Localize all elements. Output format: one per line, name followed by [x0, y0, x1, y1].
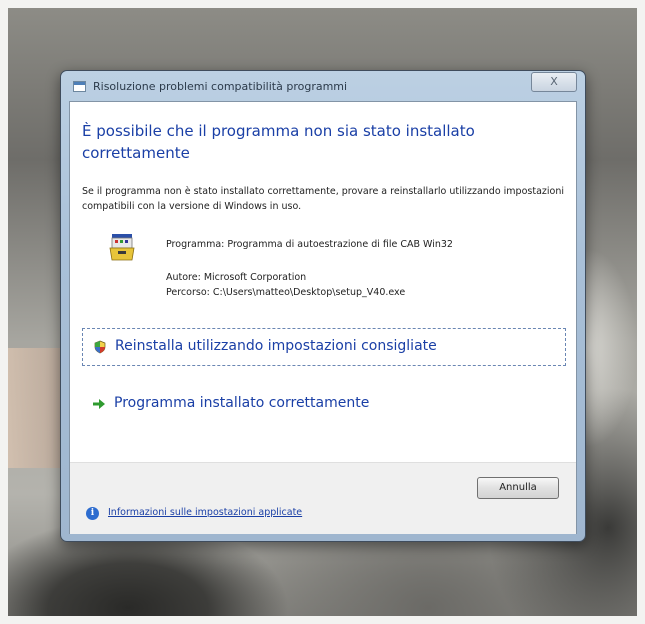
settings-info-link[interactable]: Informazioni sulle impostazioni applicat… [108, 507, 302, 518]
dialog-content: È possibile che il programma non sia sta… [69, 101, 577, 534]
installed-correctly-option[interactable]: Programma installato correttamente [82, 386, 566, 424]
info-icon: i [86, 507, 99, 520]
close-icon: X [550, 75, 558, 88]
green-arrow-icon [93, 399, 105, 409]
main-heading: È possibile che il programma non sia sta… [82, 122, 475, 162]
description-text: Se il programma non è stato installato c… [82, 186, 564, 212]
program-path: Percorso: C:\Users\matteo\Desktop\setup_… [166, 287, 406, 298]
cancel-button[interactable]: Annulla [477, 477, 559, 499]
installed-option-label: Programma installato correttamente [114, 395, 370, 411]
dialog-footer: Annulla i Informazioni sulle impostazion… [70, 462, 576, 534]
compatibility-dialog: Risoluzione problemi compatibilità progr… [60, 70, 586, 542]
program-author: Autore: Microsoft Corporation [166, 272, 307, 283]
reinstall-option-label: Reinstalla utilizzando impostazioni cons… [115, 338, 437, 354]
title-bar[interactable]: Risoluzione problemi compatibilità progr… [61, 71, 585, 101]
window-icon [73, 81, 86, 92]
window-title: Risoluzione problemi compatibilità progr… [93, 80, 348, 93]
installer-program-icon [109, 234, 135, 261]
close-button[interactable]: X [531, 72, 577, 92]
shield-icon [94, 340, 106, 354]
program-info: Programma: Programma di autoestrazione d… [166, 237, 453, 300]
reinstall-recommended-option[interactable]: Reinstalla utilizzando impostazioni cons… [82, 328, 566, 366]
program-name: Programma: Programma di autoestrazione d… [166, 239, 453, 250]
